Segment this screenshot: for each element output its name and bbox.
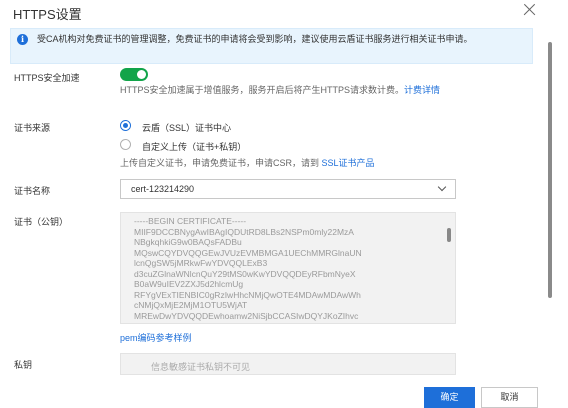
dialog-header: HTTPS设置 <box>0 0 568 24</box>
https-accel-desc-text: HTTPS安全加速属于增值服务，服务开启后将产生HTTPS请求数计费。 <box>120 85 405 95</box>
banner-text: 受CA机构对免费证书的管理调整，免费证书的申请将会受到影响，建议使用云盾证书服务… <box>37 34 473 44</box>
cert-name-value: cert-123214290 <box>131 184 195 194</box>
confirm-button[interactable]: 确定 <box>424 387 475 408</box>
pem-example-link[interactable]: pem编码参考样例 <box>120 331 192 344</box>
https-accel-label: HTTPS安全加速 <box>14 73 80 83</box>
radio-ssl-cert-center[interactable] <box>120 120 131 131</box>
dialog-title: HTTPS设置 <box>13 7 82 22</box>
radio-custom-upload[interactable] <box>120 139 131 150</box>
private-key-label: 私钥 <box>14 360 33 370</box>
radio-custom-upload-label[interactable]: 自定义上传（证书+私钥） <box>142 140 246 153</box>
certificate-textarea[interactable]: -----BEGIN CERTIFICATE----- MIIF9DCCBNyg… <box>120 212 456 324</box>
cert-name-select[interactable]: cert-123214290 <box>120 179 456 199</box>
dialog-scrollbar[interactable] <box>545 30 553 408</box>
cert-name-label: 证书名称 <box>14 186 51 196</box>
https-accel-toggle[interactable] <box>120 68 148 81</box>
private-key-input[interactable]: 信息敏感证书私钥不可见 <box>120 353 456 375</box>
scrollbar-thumb[interactable] <box>548 42 552 298</box>
radio-ssl-cert-center-label[interactable]: 云盾（SSL）证书中心 <box>142 121 231 134</box>
textarea-scrollbar[interactable] <box>447 228 451 242</box>
cancel-button[interactable]: 取消 <box>481 387 538 408</box>
cert-source-hint-text: 上传自定义证书，申请免费证书，申请CSR，请到 <box>120 158 320 168</box>
chevron-down-icon <box>437 182 447 192</box>
close-icon[interactable] <box>519 0 539 20</box>
cert-source-label: 证书来源 <box>14 123 51 133</box>
certificate-label: 证书（公钥） <box>14 217 69 227</box>
ssl-product-link[interactable]: SSL证书产品 <box>322 158 375 168</box>
cert-source-hint: 上传自定义证书，申请免费证书，申请CSR，请到 SSL证书产品 <box>120 156 375 169</box>
notice-banner: i 受CA机构对免费证书的管理调整，免费证书的申请将会受到影响，建议使用云盾证书… <box>10 28 533 64</box>
billing-details-link[interactable]: 计费详情 <box>404 85 440 95</box>
private-key-placeholder: 信息敏感证书私钥不可见 <box>151 362 251 372</box>
certificate-text: -----BEGIN CERTIFICATE----- MIIF9DCCBNyg… <box>134 216 362 323</box>
https-accel-desc: HTTPS安全加速属于增值服务，服务开启后将产生HTTPS请求数计费。计费详情 <box>120 84 505 97</box>
info-icon: i <box>17 34 28 45</box>
